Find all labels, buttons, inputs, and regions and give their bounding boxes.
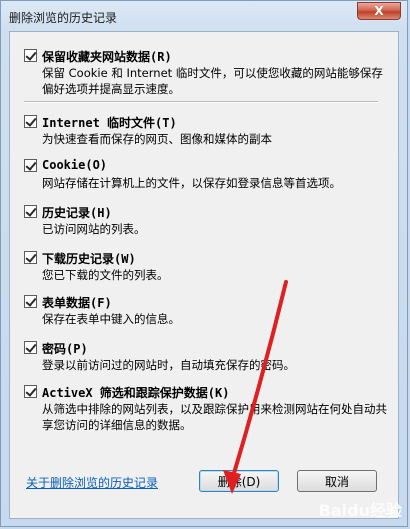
- checkbox-cookies[interactable]: [24, 159, 37, 172]
- checkbox-activex-tracking[interactable]: [24, 385, 37, 398]
- checkbox-download-history[interactable]: [24, 251, 37, 264]
- close-icon: X: [374, 4, 384, 18]
- option-title: 下载历史记录(W): [42, 252, 136, 266]
- checkbox-history[interactable]: [24, 205, 37, 218]
- checkbox-passwords[interactable]: [24, 341, 37, 354]
- option-title: ActiveX 筛选和跟踪保护数据(K): [42, 386, 230, 400]
- option-title: 历史记录(H): [42, 206, 112, 220]
- option-description: 登录以前访问过的网站时，自动填充保存的密码。: [42, 358, 295, 372]
- dialog-title: 删除浏览的历史记录: [9, 11, 118, 25]
- divider: [24, 101, 378, 103]
- option-title: 保留收藏夹网站数据(R): [42, 50, 172, 64]
- checkbox-temp-files[interactable]: [24, 115, 37, 128]
- option-description: 您已下载的文件的列表。: [42, 268, 169, 282]
- option-title: 密码(P): [42, 342, 88, 356]
- option-description: 保存在表单中键入的信息。: [42, 312, 180, 326]
- option-description: 为快速查看而保存的网页、图像和媒体的副本: [42, 132, 272, 146]
- delete-button[interactable]: 删除(D): [199, 470, 279, 492]
- option-description: 从筛选中排除的网站列表，以及跟踪保护用来检测网站在何处自动共享您访问的详细信息的…: [42, 402, 387, 432]
- option-description: 网站存储在计算机上的文件，以保存如登录信息等首选项。: [42, 176, 341, 190]
- close-button[interactable]: X: [357, 2, 401, 20]
- dialog-content: 保留收藏夹网站数据(R) 保留 Cookie 和 Internet 临时文件，可…: [9, 31, 399, 519]
- option-title: 表单数据(F): [42, 296, 112, 310]
- title-bar[interactable]: 删除浏览的历史记录 X: [1, 1, 407, 31]
- checkbox-form-data[interactable]: [24, 295, 37, 308]
- option-title: Internet 临时文件(T): [42, 116, 177, 130]
- checkbox-preserve-favorites[interactable]: [24, 49, 37, 62]
- about-delete-history-link[interactable]: 关于删除浏览的历史记录: [26, 474, 158, 491]
- option-description: 保留 Cookie 和 Internet 临时文件，可以使您收藏的网站能够保存偏…: [42, 66, 383, 96]
- option-description: 已访问网站的列表。: [42, 222, 146, 236]
- option-title: Cookie(O): [42, 158, 108, 172]
- cancel-button[interactable]: 取消: [297, 470, 377, 492]
- watermark: Baidu经验: [318, 501, 402, 520]
- delete-history-dialog: 删除浏览的历史记录 X 保留收藏夹网站数据(R) 保留 Cookie 和 Int…: [0, 0, 408, 527]
